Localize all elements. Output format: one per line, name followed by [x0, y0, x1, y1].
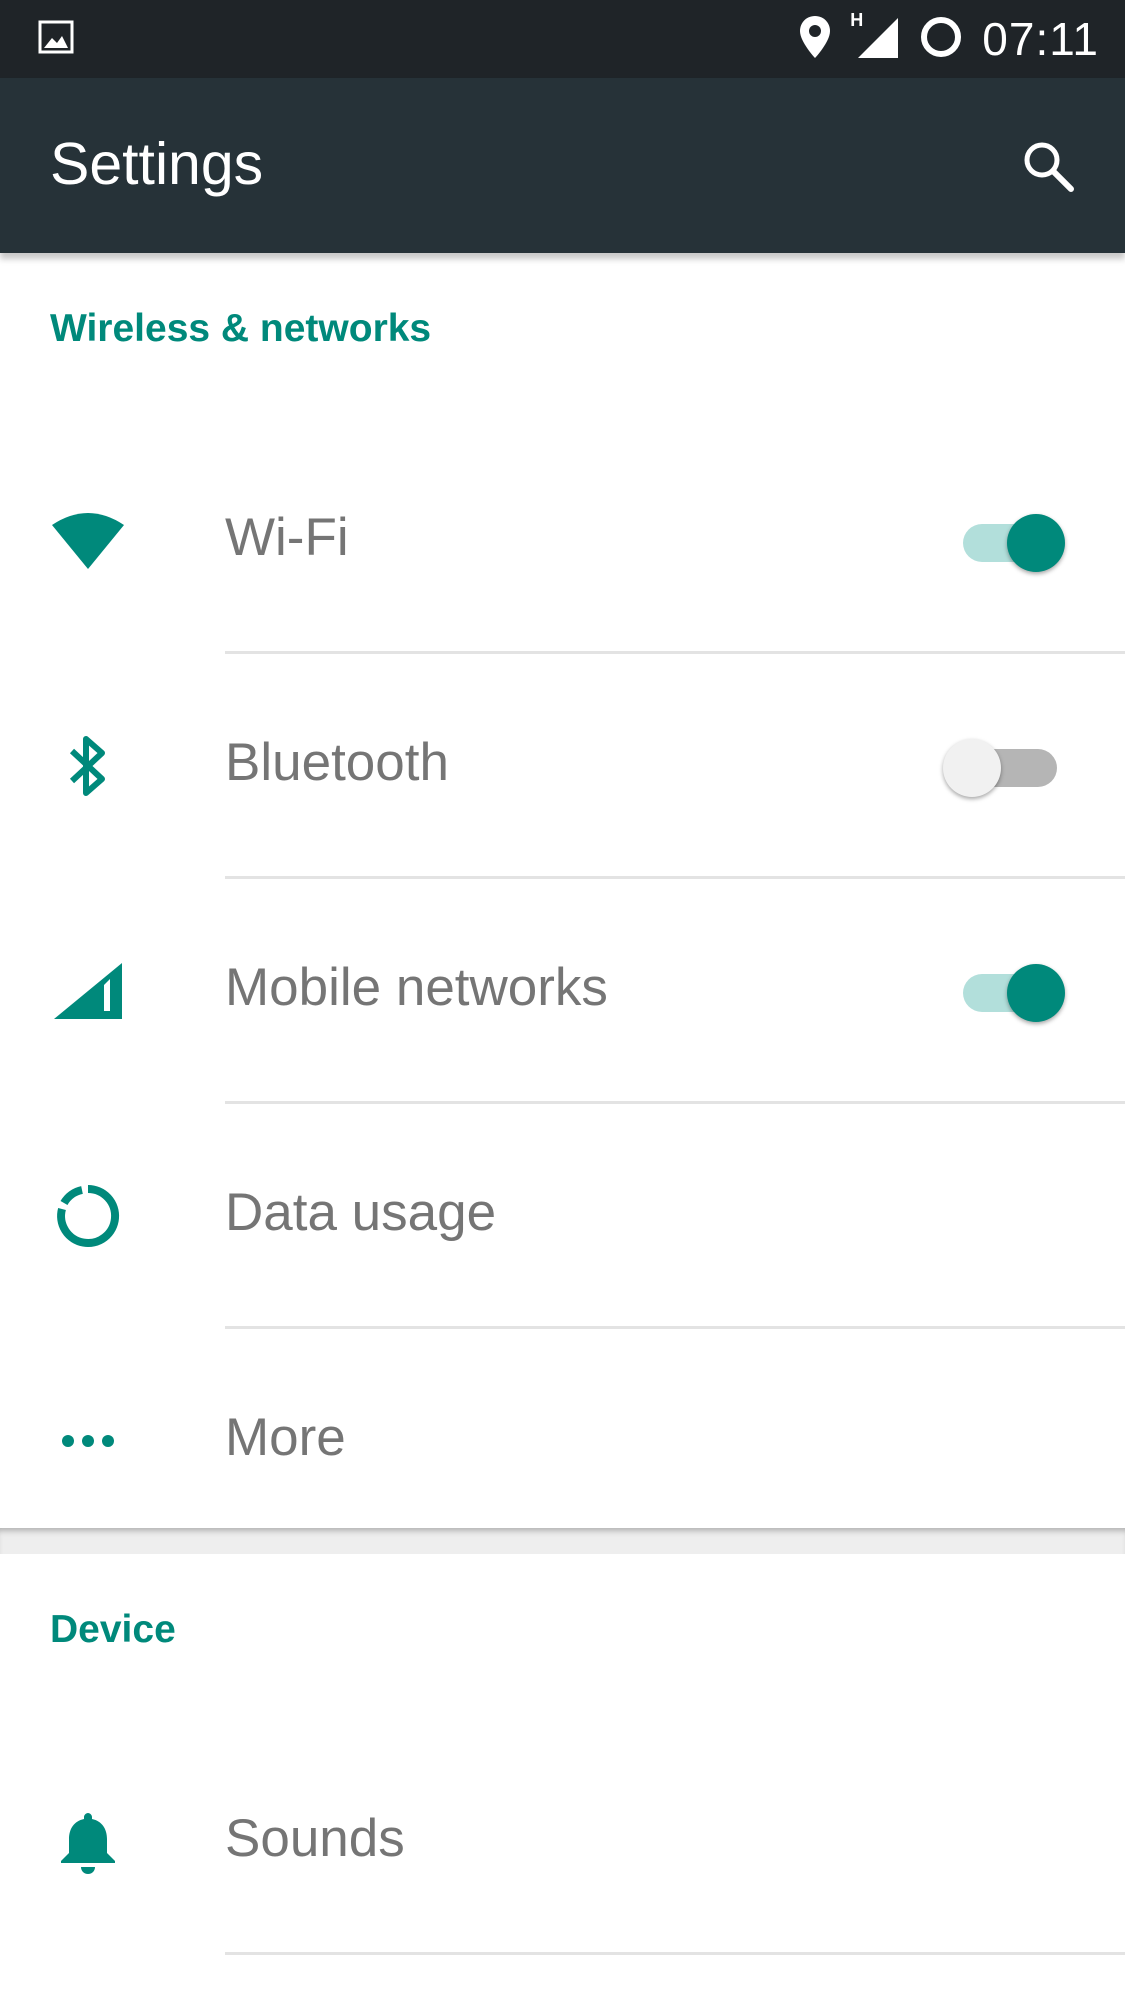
settings-item-bluetooth[interactable]: Bluetooth — [0, 654, 1125, 879]
settings-item-more[interactable]: More — [0, 1329, 1125, 1554]
section-header-device: Device — [50, 1608, 176, 1651]
toggle-thumb — [1007, 514, 1065, 572]
image-icon — [38, 20, 74, 56]
search-button[interactable] — [1013, 133, 1083, 203]
toggle-thumb — [1007, 964, 1065, 1022]
settings-item-label: Data usage — [225, 1183, 497, 1242]
bell-icon — [40, 1794, 136, 1890]
status-bar: H 07:11 — [0, 0, 1125, 78]
settings-item-label: More — [225, 1408, 346, 1467]
bluetooth-toggle[interactable] — [943, 739, 1065, 797]
settings-item-sounds[interactable]: Sounds — [0, 1730, 1125, 1955]
status-clock: 07:11 — [982, 13, 1099, 65]
settings-item-mobile-networks[interactable]: Mobile networks — [0, 879, 1125, 1104]
location-icon — [798, 14, 832, 65]
data-usage-icon — [40, 1168, 136, 1264]
settings-item-wifi[interactable]: Wi-Fi — [0, 429, 1125, 654]
app-bar: Settings — [0, 78, 1125, 253]
search-icon — [1020, 138, 1076, 199]
settings-item-data-usage[interactable]: Data usage — [0, 1104, 1125, 1329]
section-wireless: Wireless & networks Wi-Fi Bluetooth Mobi… — [0, 253, 1125, 1528]
toggle-thumb — [943, 739, 1001, 797]
divider — [225, 1952, 1125, 1955]
status-icons: H 07:11 — [798, 10, 1099, 68]
settings-item-label: Sounds — [225, 1809, 405, 1868]
network-type-label: H — [850, 9, 864, 30]
section-divider — [0, 1528, 1125, 1554]
section-device: Device Sounds — [0, 1554, 1125, 2000]
settings-item-label: Mobile networks — [225, 958, 608, 1017]
page-title: Settings — [50, 131, 264, 197]
section-header-wireless: Wireless & networks — [50, 307, 432, 350]
signal-icon: H — [850, 10, 900, 65]
wifi-toggle[interactable] — [955, 514, 1065, 572]
more-icon — [40, 1393, 136, 1489]
settings-item-label: Bluetooth — [225, 733, 449, 792]
data-saver-icon — [918, 14, 964, 65]
settings-item-label: Wi-Fi — [225, 508, 349, 567]
bluetooth-icon — [40, 718, 136, 814]
wifi-icon — [40, 493, 136, 589]
mobile-networks-toggle[interactable] — [955, 964, 1065, 1022]
signal-icon — [40, 943, 136, 1039]
